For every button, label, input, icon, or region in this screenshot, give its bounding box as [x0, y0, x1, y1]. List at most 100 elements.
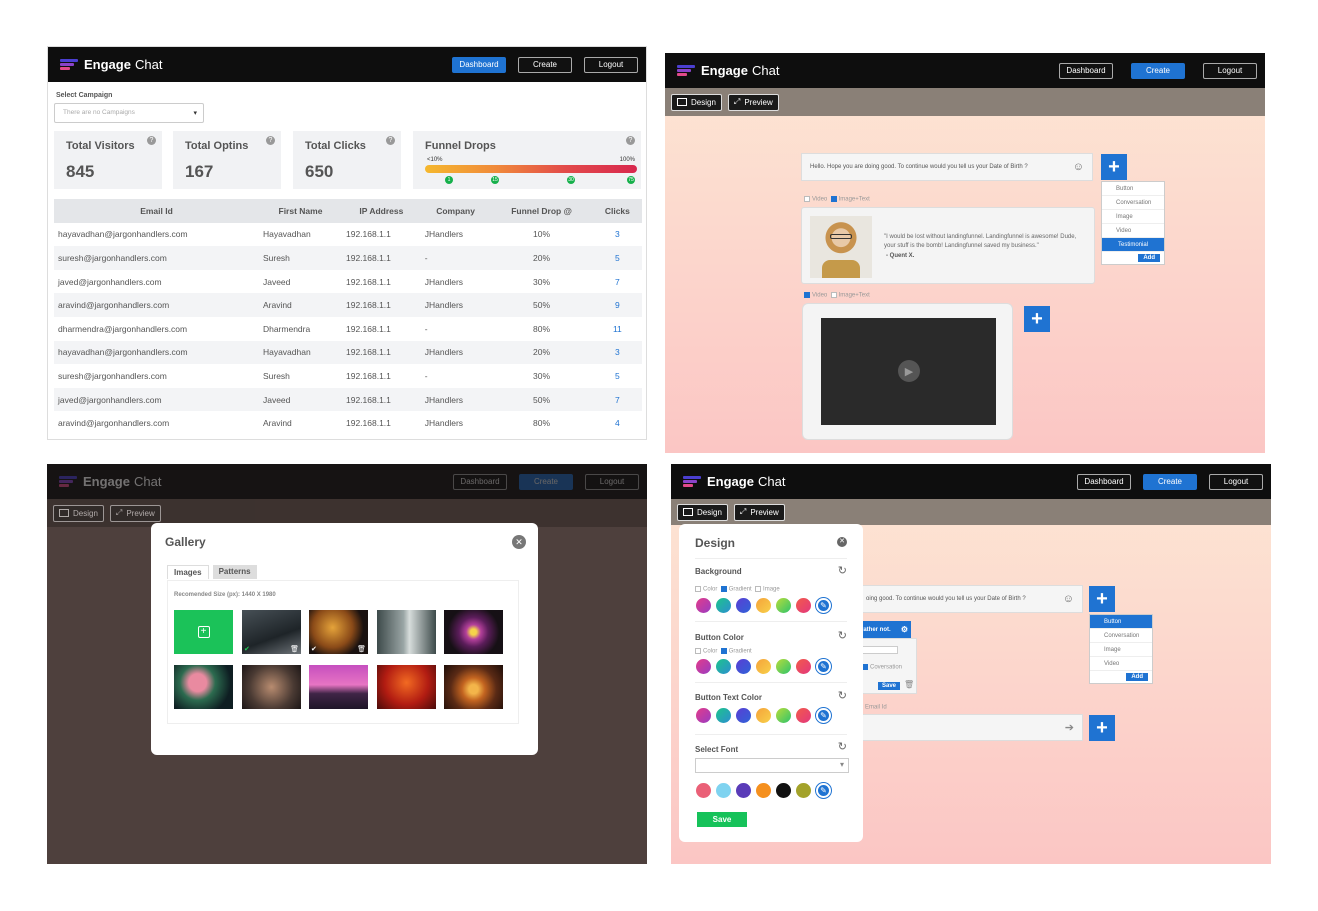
color-swatch[interactable] — [776, 708, 791, 723]
color-swatch[interactable] — [776, 783, 791, 798]
help-icon[interactable]: ? — [626, 136, 635, 145]
create-button[interactable]: Create — [519, 473, 573, 490]
color-checkbox[interactable] — [695, 586, 701, 592]
help-icon[interactable]: ? — [266, 136, 275, 145]
menu-item-image[interactable]: Image — [1090, 643, 1152, 657]
gallery-thumbnail[interactable] — [242, 665, 301, 709]
color-swatch[interactable] — [796, 598, 811, 613]
dashboard-button[interactable]: Dashboard — [453, 473, 507, 490]
image-checkbox[interactable] — [755, 586, 762, 592]
color-checkbox[interactable] — [695, 648, 701, 654]
brand-logo[interactable]: Engage Chat — [60, 57, 162, 72]
color-swatch[interactable] — [696, 708, 711, 723]
dashboard-button[interactable]: Dashboard — [452, 56, 506, 73]
gallery-thumbnail[interactable]: ✔ 🗑 — [242, 610, 301, 654]
table-row[interactable]: suresh@jargonhandlers.com Suresh 192.168.1… — [54, 246, 642, 270]
column-header[interactable]: IP Address — [341, 199, 421, 223]
trash-icon[interactable]: 🗑 — [904, 680, 914, 689]
testimonial-card[interactable]: "I would be lost without landingfunnel. … — [801, 207, 1095, 284]
add-element-button[interactable]: + — [1024, 306, 1050, 332]
chat-message-input[interactable]: Hello. Hope you are doing good. To conti… — [801, 153, 1093, 181]
gallery-thumbnail[interactable] — [377, 665, 436, 709]
create-button[interactable]: Create — [518, 56, 572, 73]
dashboard-button[interactable]: Dashboard — [1077, 473, 1131, 490]
brand-logo[interactable]: Engage Chat — [59, 474, 161, 489]
gallery-thumbnail[interactable]: ✔ 🗑 — [309, 610, 368, 654]
add-button[interactable]: Add — [1126, 673, 1148, 681]
color-swatch[interactable] — [796, 783, 811, 798]
pencil-icon[interactable]: ✎ — [816, 598, 831, 613]
menu-item-button[interactable]: Button — [1090, 615, 1152, 629]
pencil-icon[interactable]: ✎ — [816, 783, 831, 798]
help-icon[interactable]: ? — [386, 136, 395, 145]
save-small-button[interactable]: Save — [878, 682, 901, 690]
gallery-thumbnail[interactable] — [444, 665, 503, 709]
add-element-button[interactable]: + — [1089, 715, 1115, 741]
column-header[interactable]: Clicks — [592, 199, 642, 223]
color-swatch[interactable] — [736, 659, 751, 674]
emoji-icon[interactable]: ☺ — [1073, 161, 1084, 173]
imagetext-checkbox[interactable] — [830, 196, 837, 202]
color-swatch[interactable] — [756, 708, 771, 723]
brand-logo[interactable]: Engage Chat — [683, 474, 785, 489]
menu-item-video[interactable]: Video — [1090, 657, 1152, 671]
menu-item-image[interactable]: Image — [1102, 210, 1164, 224]
preview-button[interactable]: ⤢ Preview — [727, 93, 779, 111]
table-row[interactable]: hayavadhan@jargonhandlers.com Hayavadhan 1… — [54, 223, 642, 247]
column-header[interactable]: First Name — [258, 199, 342, 223]
arrow-right-icon[interactable]: ➔ — [1065, 721, 1074, 734]
column-header[interactable]: Company — [420, 199, 491, 223]
logout-button[interactable]: Logout — [1203, 62, 1257, 79]
play-icon[interactable]: ▶ — [898, 360, 920, 382]
column-header[interactable]: Email Id — [54, 199, 259, 223]
pencil-icon[interactable]: ✎ — [816, 708, 831, 723]
trash-icon[interactable]: 🗑 — [290, 645, 299, 653]
chat-message-input[interactable]: oing good. To continue would you tell us… — [857, 585, 1083, 613]
check-icon[interactable]: ✔ — [311, 645, 317, 653]
menu-item-button[interactable]: Button — [1102, 182, 1164, 196]
imagetext-checkbox[interactable] — [830, 292, 837, 298]
preview-button[interactable]: ⤢ Preview — [109, 504, 161, 522]
color-swatch[interactable] — [716, 783, 731, 798]
color-swatch[interactable] — [736, 783, 751, 798]
design-button[interactable]: Design — [671, 93, 722, 111]
gradient-checkbox[interactable] — [720, 586, 727, 592]
color-swatch[interactable] — [716, 659, 731, 674]
table-row[interactable]: javed@jargonhandlers.com Javeed 192.168.1.… — [54, 270, 642, 294]
design-button[interactable]: Design — [53, 504, 104, 522]
refresh-icon[interactable]: ↻ — [838, 564, 847, 577]
emoji-icon[interactable]: ☺ — [1063, 593, 1074, 605]
gallery-thumbnail[interactable] — [444, 610, 503, 654]
design-button[interactable]: Design — [677, 503, 728, 521]
pencil-icon[interactable]: ✎ — [816, 659, 831, 674]
tab-patterns[interactable]: Patterns — [212, 565, 257, 579]
color-swatch[interactable] — [696, 659, 711, 674]
refresh-icon[interactable]: ↻ — [838, 629, 847, 642]
save-button[interactable]: Save — [697, 812, 747, 827]
table-row[interactable]: suresh@jargonhandlers.com Suresh 192.168.1… — [54, 364, 642, 388]
table-row[interactable]: aravind@jargonhandlers.com Aravind 192.168… — [54, 293, 642, 317]
create-button[interactable]: Create — [1131, 62, 1185, 79]
video-player[interactable]: ▶ — [821, 318, 996, 425]
color-swatch[interactable] — [716, 598, 731, 613]
video-checkbox[interactable] — [804, 292, 810, 298]
color-swatch[interactable] — [736, 708, 751, 723]
gradient-checkbox[interactable] — [720, 648, 727, 654]
menu-item-testimonial[interactable]: Testimonial — [1102, 238, 1164, 252]
help-icon[interactable]: ? — [147, 136, 156, 145]
menu-item-conversation[interactable]: Conversation — [1090, 629, 1152, 643]
color-swatch[interactable] — [796, 659, 811, 674]
color-swatch[interactable] — [776, 598, 791, 613]
gallery-thumbnail[interactable] — [309, 665, 368, 709]
refresh-icon[interactable]: ↻ — [838, 689, 847, 702]
column-header[interactable]: Funnel Drop @ — [490, 199, 593, 223]
table-row[interactable]: dharmendra@jargonhandlers.com Dharmendra 1… — [54, 317, 642, 341]
logout-button[interactable]: Logout — [585, 473, 639, 490]
campaign-select[interactable]: There are no Campaigns ▾ — [54, 103, 204, 123]
color-swatch[interactable] — [796, 708, 811, 723]
preview-button[interactable]: ⤢ Preview — [733, 503, 785, 521]
menu-item-video[interactable]: Video — [1102, 224, 1164, 238]
video-checkbox[interactable] — [804, 196, 810, 202]
brand-logo[interactable]: Engage Chat — [677, 63, 779, 78]
font-select[interactable]: ▾ — [695, 758, 849, 773]
